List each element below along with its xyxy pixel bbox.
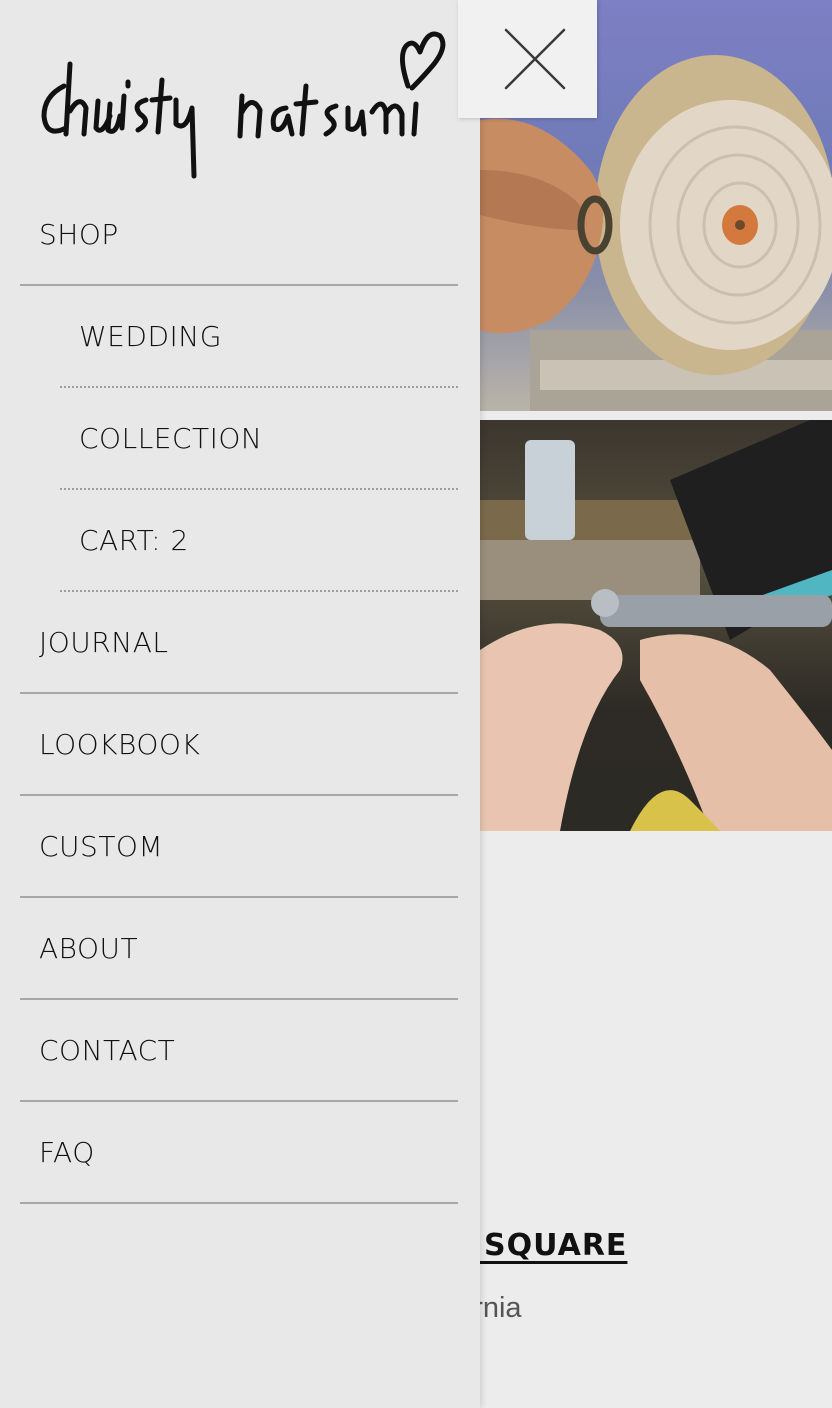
jewelry-crafting-photo — [480, 420, 832, 831]
menu-item-label: CONTACT — [39, 1033, 176, 1067]
menu-item-collection[interactable]: COLLECTION — [60, 388, 458, 490]
menu-item-shop[interactable]: SHOP — [20, 184, 458, 286]
close-icon — [504, 28, 566, 90]
menu-item-custom[interactable]: CUSTOM — [20, 796, 458, 898]
menu-item-label: FAQ — [39, 1135, 95, 1169]
menu-item-lookbook[interactable]: LOOKBOOK — [20, 694, 458, 796]
brand-logo[interactable] — [36, 16, 446, 181]
menu-item-label: ABOUT — [39, 931, 139, 965]
menu-item-faq[interactable]: FAQ — [20, 1102, 458, 1204]
menu-item-label: COLLECTION — [79, 421, 263, 455]
menu-item-cart[interactable]: CART: 2 — [60, 490, 458, 592]
menu-item-label: JOURNAL — [39, 625, 169, 659]
side-menu-drawer: SHOP WEDDING COLLECTION CART: 2 JOURNAL … — [0, 0, 480, 1408]
main-menu: SHOP WEDDING COLLECTION CART: 2 JOURNAL … — [20, 184, 458, 1204]
page: : ON SQUARE alifornia — [0, 0, 832, 1408]
close-menu-button[interactable] — [458, 0, 597, 118]
menu-item-about[interactable]: ABOUT — [20, 898, 458, 1000]
menu-item-label: LOOKBOOK — [39, 727, 201, 761]
menu-item-label: SHOP — [39, 217, 119, 251]
menu-item-journal[interactable]: JOURNAL — [20, 592, 458, 694]
menu-item-label: WEDDING — [79, 319, 222, 353]
menu-item-label: CART: 2 — [79, 523, 189, 557]
menu-item-contact[interactable]: CONTACT — [20, 1000, 458, 1102]
menu-item-wedding[interactable]: WEDDING — [60, 286, 458, 388]
menu-item-label: CUSTOM — [39, 829, 164, 863]
